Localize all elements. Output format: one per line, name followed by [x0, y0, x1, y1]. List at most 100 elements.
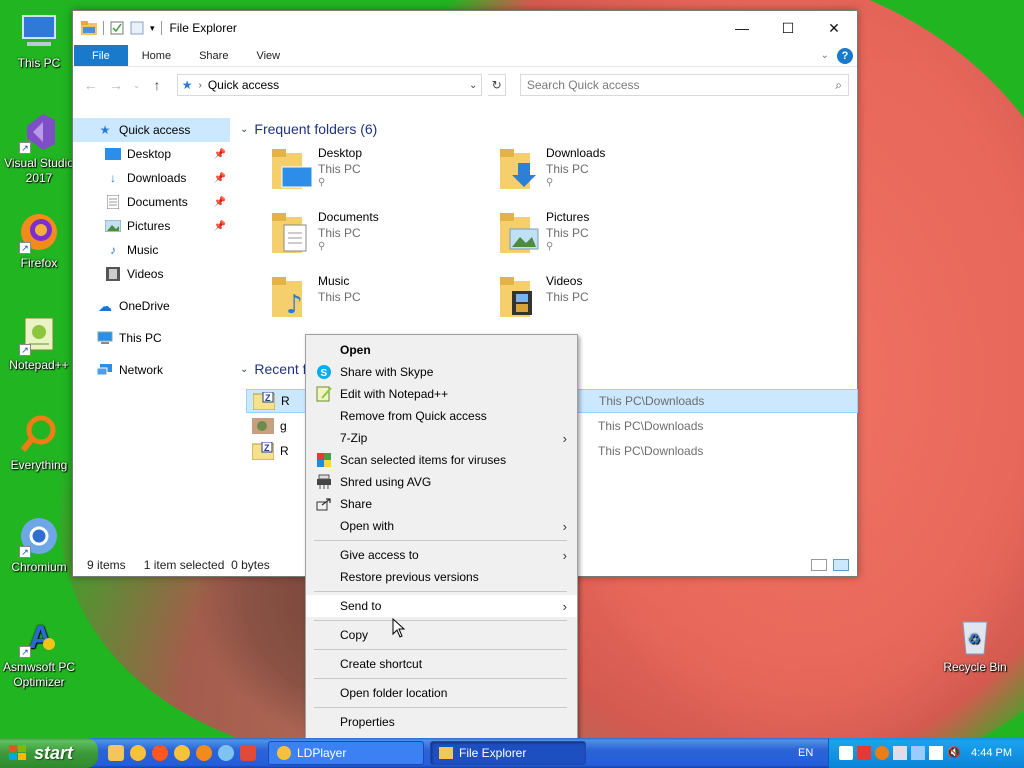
computer-icon: [97, 331, 113, 345]
tab-file[interactable]: File: [74, 45, 128, 66]
share-icon: [316, 498, 331, 511]
desktop-icon-label: Visual Studio 2017: [4, 156, 74, 185]
menu-item-give-access-to[interactable]: Give access to ›: [306, 544, 577, 566]
sidebar-item-pictures[interactable]: Pictures 📌: [73, 214, 230, 238]
language-indicator[interactable]: EN: [798, 747, 828, 759]
folder-tile-videos[interactable]: Videos This PC: [498, 273, 718, 329]
folder-tile-desktop[interactable]: Desktop This PC ⚲: [270, 145, 490, 201]
sidebar-item-desktop[interactable]: Desktop 📌: [73, 142, 230, 166]
title-bar: ▾ File Explorer — ☐ ✕: [73, 11, 857, 45]
frequent-folders-header[interactable]: ⌄ Frequent folders (6): [240, 117, 857, 141]
menu-item-open-folder-location[interactable]: Open folder location: [306, 682, 577, 704]
address-dropdown-icon[interactable]: ⌄: [465, 80, 481, 91]
close-button[interactable]: ✕: [811, 11, 857, 45]
refresh-icon[interactable]: ↻: [488, 74, 506, 96]
desktop-icon-recycle-bin[interactable]: ♻ Recycle Bin: [936, 614, 1014, 675]
folder-tile-pictures[interactable]: Pictures This PC ⚲: [498, 209, 718, 265]
file-explorer-icon[interactable]: [108, 745, 124, 761]
menu-item-send-to[interactable]: Send to ›: [306, 595, 577, 617]
everything-search-icon[interactable]: [875, 746, 889, 760]
up-icon[interactable]: ↑: [147, 77, 166, 93]
folder-tile-documents[interactable]: Documents This PC ⚲: [270, 209, 490, 265]
menu-item-share-with-skype[interactable]: S Share with Skype: [306, 361, 577, 383]
context-menu: Open S Share with Skype Edit with Notepa…: [305, 334, 578, 740]
settings-icon[interactable]: [893, 746, 907, 760]
avg-icon[interactable]: [857, 746, 871, 760]
menu-item-restore-previous-versions[interactable]: Restore previous versions: [306, 566, 577, 588]
menu-item-properties[interactable]: Properties: [306, 711, 577, 733]
back-icon[interactable]: ←: [81, 77, 100, 93]
firefox-icon[interactable]: [196, 745, 212, 761]
tab-home[interactable]: Home: [128, 45, 185, 66]
recent-files-header[interactable]: ⌄ Recent f: [240, 357, 307, 381]
customize-toolbar-icon[interactable]: ▾: [150, 23, 155, 34]
menu-item-copy[interactable]: Copy: [306, 624, 577, 646]
collapse-chevron-icon: ⌄: [240, 123, 249, 135]
desktop-icon-everything[interactable]: Everything: [0, 412, 78, 473]
taskbar-button-ldplayer[interactable]: LDPlayer: [268, 741, 424, 765]
sidebar-item-onedrive[interactable]: ☁ OneDrive: [73, 294, 230, 318]
menu-item-remove-from-quick-access[interactable]: Remove from Quick access: [306, 405, 577, 427]
menu-item-create-shortcut[interactable]: Create shortcut: [306, 653, 577, 675]
folder-tile-music[interactable]: ♪ Music This PC: [270, 273, 490, 329]
maximize-button[interactable]: ☐: [765, 11, 811, 45]
pin-icon: ⚲: [546, 241, 554, 252]
menu-item-open-with[interactable]: Open with ›: [306, 515, 577, 537]
recent-locations-icon[interactable]: ⌄: [132, 81, 142, 90]
sidebar-item-quick-access[interactable]: ★ Quick access: [73, 118, 230, 142]
desktop-icon-chromium[interactable]: ↗ Chromium: [0, 514, 78, 575]
desktop-icon-this-pc[interactable]: This PC: [0, 10, 78, 71]
menu-item-scan-for-viruses[interactable]: Scan selected items for viruses: [306, 449, 577, 471]
sidebar-item-downloads[interactable]: ↓ Downloads 📌: [73, 166, 230, 190]
ldplayer-icon[interactable]: [174, 745, 190, 761]
start-button[interactable]: start: [0, 738, 98, 768]
volume-muted-icon[interactable]: 🔇: [947, 746, 961, 760]
expand-ribbon-icon[interactable]: ⌄: [821, 50, 829, 61]
network-icon: [97, 363, 113, 377]
reddit-icon[interactable]: [152, 745, 168, 761]
skype-icon: S: [317, 365, 331, 379]
desktop-icon-asmwsoft[interactable]: A ↗ Asmwsoft PC Optimizer: [0, 614, 78, 690]
ldplayer-icon[interactable]: [130, 745, 146, 761]
folder-tile-downloads[interactable]: Downloads This PC ⚲: [498, 145, 718, 201]
new-folder-icon[interactable]: [130, 21, 144, 35]
security-shield-icon[interactable]: [839, 746, 853, 760]
large-icons-view-button[interactable]: [833, 559, 849, 571]
tool-icon[interactable]: [240, 745, 256, 761]
chat-icon[interactable]: [218, 745, 234, 761]
sidebar-item-network[interactable]: Network: [73, 358, 230, 382]
sidebar-item-documents[interactable]: Documents 📌: [73, 190, 230, 214]
desktop-icon-label: Firefox: [20, 256, 58, 270]
item-count: 9 items: [87, 558, 126, 572]
desktop-icon-notepadpp[interactable]: ↗ Notepad++: [0, 312, 78, 373]
properties-icon[interactable]: [110, 21, 124, 35]
sidebar-item-music[interactable]: ♪ Music: [73, 238, 230, 262]
menu-item-edit-with-notepadpp[interactable]: Edit with Notepad++: [306, 383, 577, 405]
sidebar-item-videos[interactable]: Videos: [73, 262, 230, 286]
forward-icon[interactable]: →: [106, 77, 125, 93]
tab-share[interactable]: Share: [185, 45, 242, 66]
clock[interactable]: 4:44 PM: [971, 747, 1024, 759]
menu-item-open[interactable]: Open: [306, 339, 577, 361]
search-input[interactable]: Search Quick access ⌕: [519, 74, 850, 96]
menu-item-share[interactable]: Share: [306, 493, 577, 515]
quick-access-toolbar: ▾: [81, 21, 162, 35]
address-bar[interactable]: ★ › Quick access ⌄: [176, 74, 483, 96]
edit-icon[interactable]: [929, 746, 943, 760]
taskbar-button-file-explorer[interactable]: File Explorer: [430, 741, 586, 765]
system-tray: 🔇 4:44 PM: [828, 738, 1024, 768]
minimize-button[interactable]: —: [719, 11, 765, 45]
pin-icon: ⚲: [318, 241, 326, 252]
desktop-icon-visual-studio[interactable]: ↗ Visual Studio 2017: [0, 110, 78, 186]
help-button[interactable]: ?: [837, 47, 853, 64]
desktop-icon-label: This PC: [17, 56, 61, 70]
menu-item-7zip[interactable]: 7-Zip ›: [306, 427, 577, 449]
menu-item-shred-using-avg[interactable]: Shred using AVG: [306, 471, 577, 493]
ribbon-tabs: File Home Share View ⌄ ?: [73, 45, 857, 67]
sidebar-item-this-pc[interactable]: This PC: [73, 326, 230, 350]
desktop-icon-firefox[interactable]: ↗ Firefox: [0, 210, 78, 271]
tab-view[interactable]: View: [242, 45, 294, 66]
details-view-button[interactable]: [811, 559, 827, 571]
svg-text:Z: Z: [264, 443, 270, 453]
network-icon[interactable]: [911, 746, 925, 760]
